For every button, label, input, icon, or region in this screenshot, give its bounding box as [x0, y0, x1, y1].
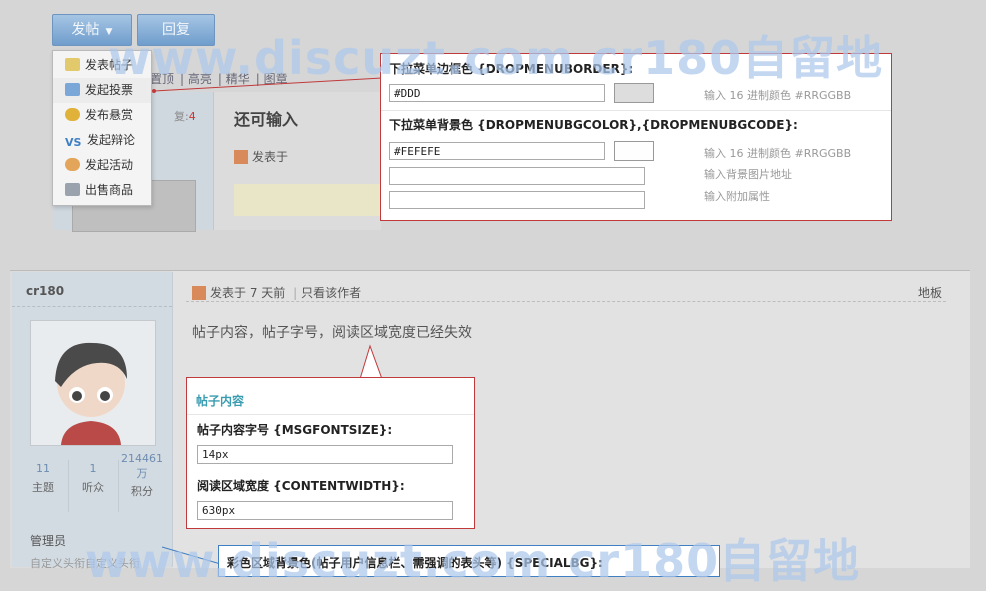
user-icon — [234, 150, 248, 164]
divider — [187, 414, 474, 415]
bg-image-input[interactable] — [389, 167, 645, 185]
font-size-input[interactable]: 14px — [197, 445, 453, 464]
avatar[interactable] — [30, 320, 156, 446]
bg-attr-input[interactable] — [389, 191, 645, 209]
dropdown-item-reward[interactable]: 发布悬赏 — [53, 103, 151, 128]
vs-icon: VS — [65, 136, 82, 149]
watermark: www.discuzt.com cr180自留地 — [108, 31, 884, 85]
bar-chart-icon — [65, 83, 80, 96]
stat-followers[interactable]: 1 听众 — [70, 462, 116, 495]
callout-pointer — [359, 344, 383, 380]
author-stats: 11 主题 1 听众 214461万 积分 — [12, 452, 172, 520]
bg-color-input[interactable]: #FEFEFE — [389, 142, 605, 160]
divider — [68, 460, 69, 512]
avatar-illustration — [31, 321, 155, 445]
dropdown-item-debate[interactable]: VS 发起辩论 — [53, 128, 151, 153]
post-content: 帖子内容，帖子字号，阅读区域宽度已经失效 — [192, 325, 472, 341]
user-group: 管理员 — [30, 534, 67, 548]
post-meta: 发表于 7 天前 | 只看该作者 — [192, 284, 361, 301]
content-width-label: 阅读区域宽度 {CONTENTWIDTH}: — [197, 479, 405, 493]
post-meta: 发表于 — [234, 148, 288, 165]
content-width-input[interactable]: 630px — [197, 501, 453, 520]
only-author-link[interactable]: 只看该作者 — [301, 286, 361, 300]
stat-credits[interactable]: 214461万 积分 — [116, 452, 168, 499]
panel-section-title: 帖子内容 — [196, 394, 245, 408]
stat-threads[interactable]: 11 主题 — [20, 462, 66, 495]
document-icon — [65, 58, 80, 71]
content-settings-panel: 帖子内容 帖子内容字号 {MSGFONTSIZE}: 14px 阅读区域宽度 {… — [186, 377, 475, 529]
dropdown-item-sell[interactable]: 出售商品 — [53, 178, 151, 203]
bg-color-hint: 输入 16 进制颜色 #RRGGBB — [704, 147, 852, 160]
watermark: www.discuzt.com cr180自留地 — [85, 534, 861, 588]
divider — [381, 110, 891, 111]
thread-title-area: 复:4 还可输入 发表于 — [174, 92, 384, 230]
author-name[interactable]: cr180 — [26, 284, 64, 298]
thread-title: 还可输入 — [234, 110, 299, 129]
author-sidebar: cr180 11 主题 1 听众 214461万 积分 管理员 自定义头衔自定义头衔 — [12, 272, 173, 570]
reply-count: 复:4 — [174, 110, 196, 123]
coin-icon — [65, 108, 80, 121]
floor-number: 地板 — [918, 286, 943, 300]
bg-color-label: 下拉菜单背景色 {DROPMENUBGCOLOR},{DROPMENUBGCOD… — [389, 118, 798, 132]
bg-image-hint: 输入背景图片地址 — [704, 168, 792, 181]
people-icon — [65, 158, 80, 171]
highlight-box — [234, 184, 384, 216]
bg-attr-hint: 输入附加属性 — [704, 190, 770, 203]
divider — [186, 301, 946, 303]
border-color-hint: 输入 16 进制颜色 #RRGGBB — [704, 89, 852, 102]
cart-icon — [65, 183, 80, 196]
font-size-label: 帖子内容字号 {MSGFONTSIZE}: — [197, 423, 393, 437]
divider — [12, 306, 172, 308]
dropdown-item-activity[interactable]: 发起活动 — [53, 153, 151, 178]
user-icon — [192, 286, 206, 300]
bg-color-swatch[interactable] — [614, 141, 654, 161]
